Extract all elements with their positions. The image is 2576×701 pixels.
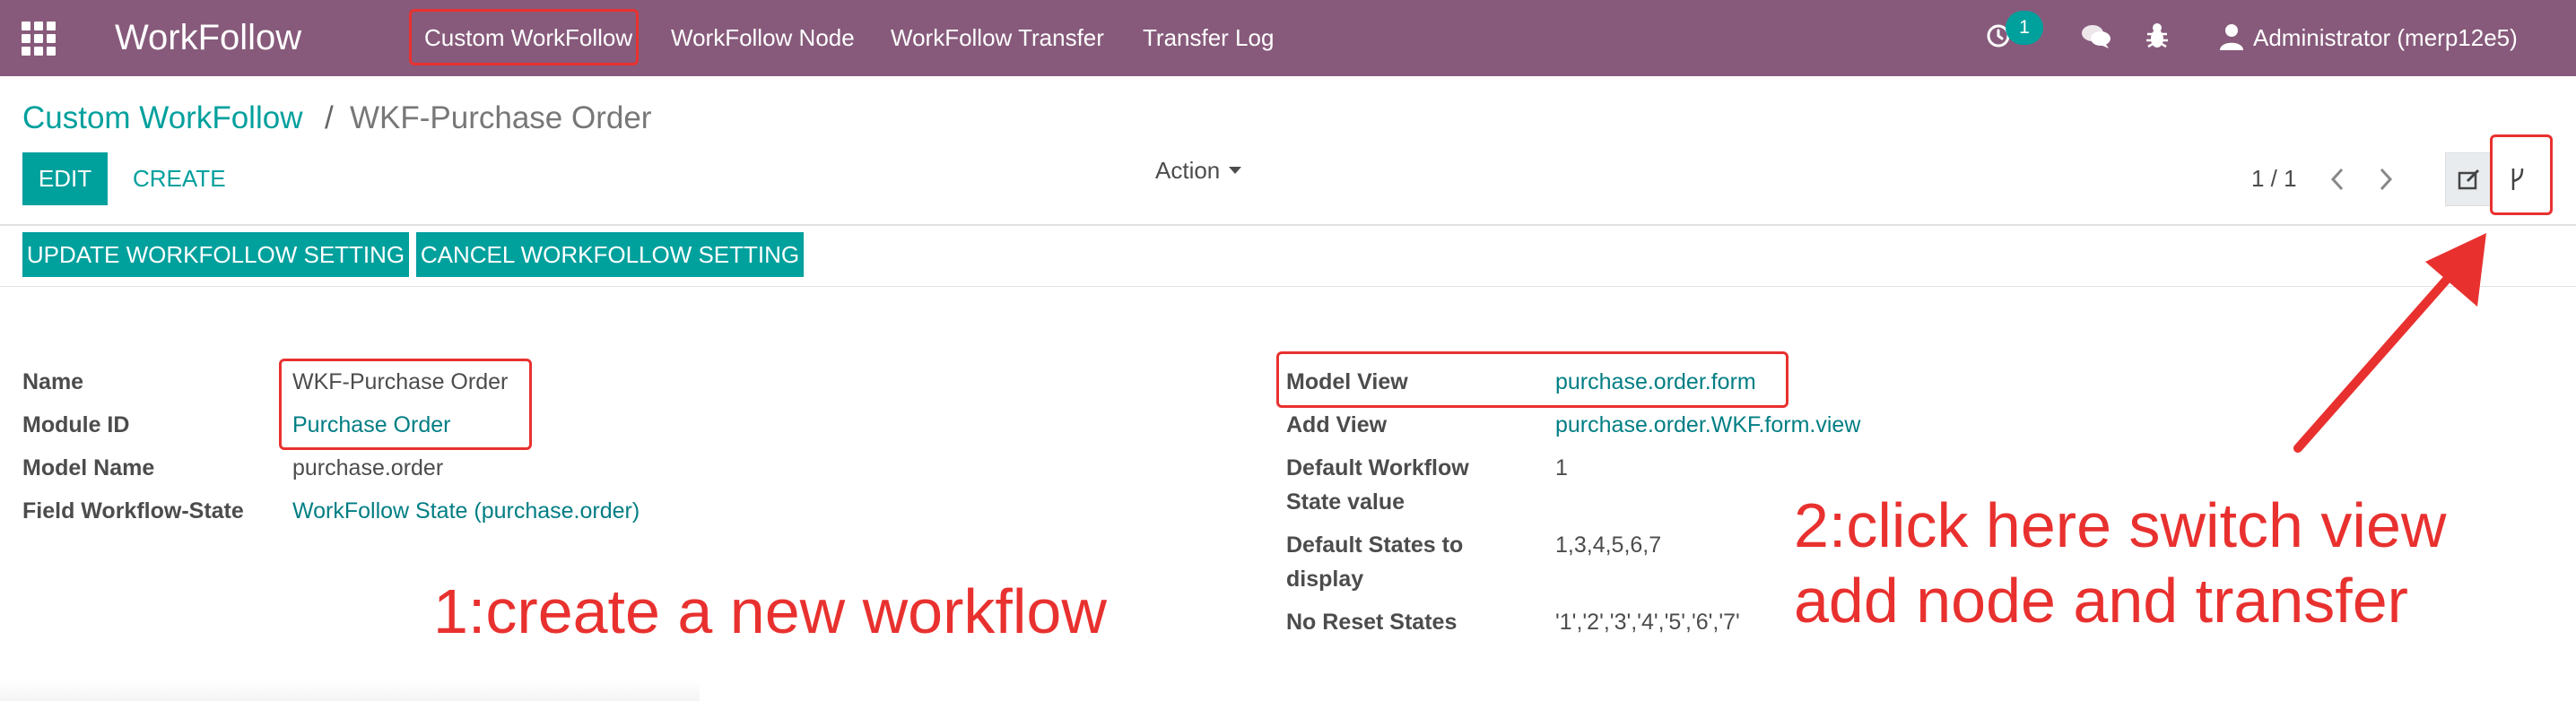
action-label: Action <box>1155 157 1221 184</box>
menu-transfer-log[interactable]: Transfer Log <box>1143 0 1274 76</box>
update-workfollow-setting-button[interactable]: UPDATE WORKFOLLOW SETTING <box>22 232 409 277</box>
divider <box>0 224 2576 226</box>
field-label-model-name: Model Name <box>22 455 155 480</box>
highlight-box-diagram-switch <box>2490 134 2553 215</box>
app-brand: WorkFollow <box>115 18 302 57</box>
field-label-no-reset-states: No Reset States <box>1286 610 1458 635</box>
field-value-model-name: purchase.order <box>292 455 444 480</box>
field-value-no-reset-states: '1','2','3','4','5','6','7' <box>1555 610 1740 635</box>
menu-workfollow-node[interactable]: WorkFollow Node <box>671 0 855 76</box>
field-label-default-state-line1: Default Workflow <box>1286 455 1469 480</box>
field-label-module-id: Module ID <box>22 412 130 437</box>
caret-down-icon <box>1229 167 1242 174</box>
edit-button[interactable]: EDIT <box>22 152 108 205</box>
user-menu[interactable]: Administrator (merp12e5) <box>2253 0 2518 76</box>
field-value-default-state: 1 <box>1555 455 1568 480</box>
highlight-box-model-view <box>1276 351 1788 408</box>
field-label-default-state-line2: State value <box>1286 489 1405 515</box>
divider <box>0 286 2576 287</box>
field-value-add-view[interactable]: purchase.order.WKF.form.view <box>1555 412 1860 438</box>
breadcrumb-current: WKF-Purchase Order <box>350 100 652 135</box>
chat-icon[interactable] <box>2081 23 2111 50</box>
arrow-icon <box>2293 233 2486 453</box>
edit-form-icon <box>2458 169 2480 190</box>
field-label-default-states-line2: display <box>1286 567 1364 592</box>
bottom-shadow <box>0 681 700 701</box>
top-navbar <box>0 0 2576 76</box>
field-label-name: Name <box>22 369 84 394</box>
field-label-workflow-state: Field Workflow-State <box>22 498 244 524</box>
annotation-note-2-line1: 2:click here switch view <box>1794 490 2447 560</box>
annotation-note-2-line2: add node and transfer <box>1794 566 2408 636</box>
chevron-right-icon[interactable] <box>2375 164 2397 195</box>
form-view-switch[interactable] <box>2445 152 2492 206</box>
activity-count-badge: 1 <box>2006 11 2043 45</box>
user-icon[interactable] <box>2219 22 2244 51</box>
bug-icon[interactable] <box>2145 22 2169 50</box>
breadcrumb-separator: / <box>325 100 334 135</box>
chevron-left-icon[interactable] <box>2327 164 2348 195</box>
annotation-note-1: 1:create a new workflow <box>433 576 1107 646</box>
field-value-default-states: 1,3,4,5,6,7 <box>1555 532 1662 558</box>
action-dropdown[interactable]: Action <box>1155 157 1242 185</box>
create-button[interactable]: CREATE <box>133 152 226 205</box>
field-label-default-states-line1: Default States to <box>1286 532 1464 558</box>
cancel-workfollow-setting-button[interactable]: CANCEL WORKFOLLOW SETTING <box>416 232 804 277</box>
menu-workfollow-transfer[interactable]: WorkFollow Transfer <box>891 0 1104 76</box>
highlight-box-menu <box>409 9 639 65</box>
breadcrumb-parent[interactable]: Custom WorkFollow <box>22 100 302 136</box>
field-label-add-view: Add View <box>1286 412 1388 437</box>
apps-grid-icon[interactable] <box>22 22 56 56</box>
field-value-workflow-state[interactable]: WorkFollow State (purchase.order) <box>292 498 640 524</box>
pager-value[interactable]: 1 / 1 <box>2251 165 2297 193</box>
highlight-box-name-module <box>279 359 532 450</box>
